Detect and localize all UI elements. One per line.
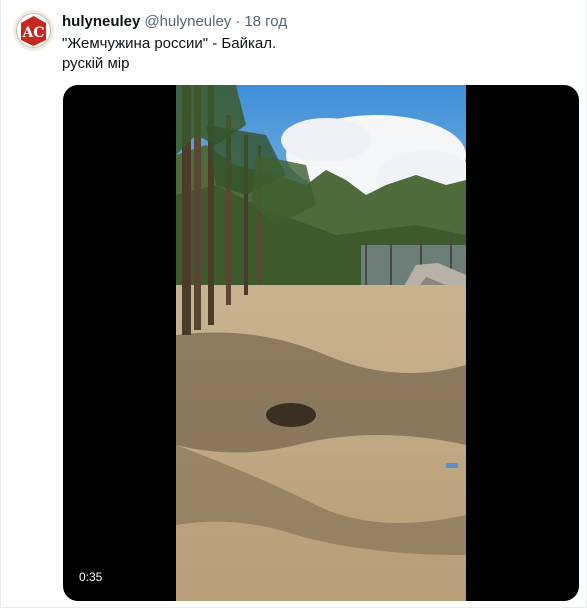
user-handle[interactable]: @hulyneuley xyxy=(144,12,231,32)
tweet-text: "Жемчужина россии" - Байкал. рускій мір xyxy=(62,34,562,74)
tweet-text-line-2: рускій мір xyxy=(62,55,130,72)
timestamp[interactable]: 18 год xyxy=(244,12,287,32)
video-duration: 0:35 xyxy=(75,569,107,585)
separator-dot: · xyxy=(235,13,241,30)
avatar-logo-icon: AC xyxy=(13,10,54,51)
tweet-header: hulyneuley @hulyneuley · 18 год xyxy=(62,12,287,32)
video-thumbnail xyxy=(176,85,466,601)
avatar[interactable]: AC xyxy=(13,10,54,51)
avatar-letters: AC xyxy=(21,25,44,41)
video-frame xyxy=(176,85,466,601)
display-name[interactable]: hulyneuley xyxy=(62,12,140,32)
tweet-card[interactable]: AC hulyneuley @hulyneuley · 18 год "Жемч… xyxy=(0,0,587,608)
video-player[interactable]: 0:35 xyxy=(63,85,579,601)
tweet-text-line-1: "Жемчужина россии" - Байкал. xyxy=(62,35,277,52)
